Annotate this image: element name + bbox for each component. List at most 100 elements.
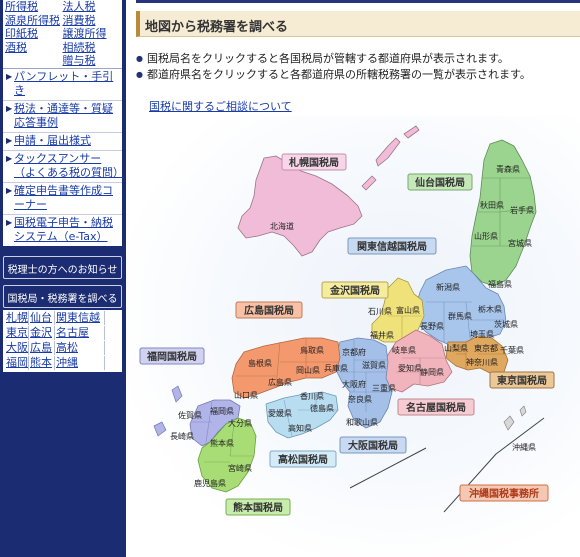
pref-kagoshima[interactable]: 鹿児島県	[194, 478, 226, 488]
pref-kumamoto[interactable]: 熊本県	[210, 438, 234, 448]
link-inheritance-tax[interactable]: 相続税	[63, 41, 121, 55]
sidebar-link-label[interactable]: 申請・届出様式	[14, 134, 91, 148]
sidebar-item-pamphlet[interactable]: ▶ パンフレット・手引き	[3, 69, 122, 100]
triangle-right-icon: ▶	[6, 135, 13, 145]
bureau-link-osaka[interactable]: 大阪	[5, 340, 29, 355]
pref-tochigi[interactable]: 栃木県	[478, 304, 502, 314]
pref-tottori[interactable]: 鳥取県	[300, 345, 324, 355]
pref-osaka[interactable]: 大阪府	[342, 379, 366, 389]
pref-oita[interactable]: 大分県	[228, 418, 252, 428]
instruction-list: ● 国税局名をクリックすると各国税局が管轄する都道府県が表示されます。 ● 都道府県…	[136, 51, 580, 83]
pref-saga[interactable]: 佐賀県	[178, 410, 202, 420]
tax-type-grid: 所得税 法人税 源泉所得税 消費税 印紙税 譲渡所得 酒税 相続税 贈与税	[3, 0, 122, 68]
bureau-search-button[interactable]: 国税局・税務署を調べる	[3, 284, 122, 308]
bureau-link-tokyo[interactable]: 東京	[5, 325, 29, 340]
pref-ibaraki[interactable]: 茨城県	[494, 319, 518, 329]
pref-kanagawa[interactable]: 神奈川県	[466, 357, 498, 367]
pref-saitama[interactable]: 埼玉県	[470, 329, 494, 339]
pref-aichi[interactable]: 愛知県	[398, 363, 422, 373]
pref-gunma[interactable]: 群馬県	[448, 311, 472, 321]
pref-miyagi[interactable]: 宮城県	[508, 238, 532, 248]
pref-tokyo[interactable]: 東京都	[474, 343, 498, 353]
bureau-label-takamatsu-text: 高松国税局	[278, 453, 328, 466]
pref-gifu[interactable]: 岐阜県	[392, 345, 416, 355]
link-transfer-income[interactable]: 譲渡所得	[63, 27, 121, 41]
tsushima-island	[171, 385, 183, 403]
link-corporate-tax[interactable]: 法人税	[63, 0, 121, 14]
pref-shimane[interactable]: 島根県	[248, 358, 272, 368]
triangle-right-icon: ▶	[6, 153, 13, 163]
bureau-link-kumamoto[interactable]: 熊本	[29, 355, 55, 370]
pref-ehime[interactable]: 愛媛県	[268, 408, 292, 418]
sidebar-link-label[interactable]: 税法・通達等・質疑応答事例	[14, 102, 120, 130]
link-consumption-tax[interactable]: 消費税	[63, 14, 121, 28]
sidebar-link-label[interactable]: 国税電子申告・納税システム（e-Tax）	[14, 216, 120, 244]
region-hokkaido[interactable]	[237, 155, 363, 257]
pref-nagano[interactable]: 長野県	[420, 322, 444, 331]
instruction-item: ● 都道府県名をクリックすると各都道府県の所轄税務署の一覧が表示されます。	[136, 67, 580, 83]
sidebar-item-forms[interactable]: ▶ 申請・届出様式	[3, 131, 122, 150]
link-withholding-tax[interactable]: 源泉所得税	[5, 14, 63, 28]
pref-ishikawa[interactable]: 石川県	[368, 307, 392, 316]
pref-shizuoka[interactable]: 静岡県	[420, 367, 444, 377]
link-gift-tax[interactable]: 贈与税	[63, 54, 121, 68]
bureau-link-okinawa[interactable]: 沖縄	[55, 355, 105, 370]
zeirishi-notice-button[interactable]: 税理士の方へのお知らせ	[3, 255, 122, 279]
bureau-label-fukuoka-text: 福岡国税局	[146, 350, 197, 363]
pref-hyogo[interactable]: 兵庫県	[324, 363, 348, 373]
link-stamp-tax[interactable]: 印紙税	[5, 27, 63, 41]
region-tokyo[interactable]	[445, 335, 509, 375]
bureau-link-fukuoka[interactable]: 福岡	[5, 355, 29, 370]
pref-hiroshima[interactable]: 広島県	[268, 377, 292, 387]
pref-fukuoka[interactable]: 福岡県	[210, 407, 234, 416]
sidebar-menu: ▶ パンフレット・手引き ▶ 税法・通達等・質疑応答事例 ▶ 申請・届出様式 ▶ タック…	[3, 67, 124, 246]
sidebar-link-label[interactable]: 確定申告書等作成コーナー	[14, 184, 120, 212]
bureau-label-okinawa-text: 沖縄国税事務所	[469, 487, 539, 500]
pref-tokushima[interactable]: 徳島県	[310, 403, 334, 413]
sidebar-link-label[interactable]: タックスアンサー（よくある税の質問）	[14, 152, 124, 180]
pref-fukui[interactable]: 福井県	[370, 330, 394, 340]
pref-wakayama[interactable]: 和歌山県	[346, 417, 378, 427]
pref-iwate[interactable]: 岩手県	[510, 205, 534, 215]
sidebar-item-tax-answer[interactable]: ▶ タックスアンサー（よくある税の質問）	[3, 149, 124, 182]
japan-tax-bureau-map: 札幌国税局 仙台国税局 関東信越国税局 金沢国税局 広島国税局 福岡国税局 東京…	[139, 125, 555, 516]
sidebar-item-etax[interactable]: ▶ 国税電子申告・納税システム（e-Tax）	[3, 213, 122, 246]
pref-chiba[interactable]: 千葉県	[500, 345, 524, 355]
bureau-link-kanazawa[interactable]: 金沢	[29, 325, 55, 340]
bureau-link-kanto[interactable]: 関東信越	[55, 310, 105, 325]
link-income-tax[interactable]: 所得税	[5, 0, 63, 14]
sidebar-link-label[interactable]: パンフレット・手引き	[14, 70, 120, 98]
region-okinawa[interactable]	[503, 415, 515, 431]
sidebar-item-laws[interactable]: ▶ 税法・通達等・質疑応答事例	[3, 99, 122, 132]
pref-akita[interactable]: 秋田県	[480, 200, 504, 210]
pref-toyama[interactable]: 富山県	[396, 305, 420, 315]
pref-kyoto[interactable]: 京都府	[342, 347, 366, 357]
consultation-link[interactable]: 国税に関するご相談について	[149, 98, 292, 114]
pref-yamaguchi[interactable]: 山口県	[234, 390, 258, 400]
bureau-link-hiroshima[interactable]: 広島	[29, 340, 55, 355]
pref-kagawa[interactable]: 香川県	[300, 391, 324, 401]
page-title: 地図から税務署を調べる	[136, 11, 580, 37]
bureau-link-sapporo[interactable]: 札幌	[5, 310, 29, 325]
pref-mie[interactable]: 三重県	[372, 383, 396, 393]
pref-okayama[interactable]: 岡山県	[296, 365, 320, 375]
pref-niigata[interactable]: 新潟県	[436, 282, 460, 292]
pref-shiga[interactable]: 滋賀県	[362, 360, 386, 370]
pref-miyazaki[interactable]: 宮崎県	[228, 463, 252, 473]
pref-yamagata[interactable]: 山形県	[474, 231, 498, 241]
pref-nara[interactable]: 奈良県	[348, 394, 372, 404]
bureau-label-sendai-text: 仙台国税局	[415, 176, 465, 189]
pref-nagasaki[interactable]: 長崎県	[170, 431, 194, 441]
pref-hokkaido[interactable]: 北海道	[270, 221, 294, 231]
pref-aomori[interactable]: 青森県	[496, 164, 520, 174]
sidebar-item-filing-corner[interactable]: ▶ 確定申告書等作成コーナー	[3, 181, 122, 214]
pref-fukushima[interactable]: 福島県	[488, 279, 512, 289]
bureau-link-takamatsu[interactable]: 高松	[55, 340, 105, 355]
bureau-link-nagoya[interactable]: 名古屋	[55, 325, 105, 340]
triangle-right-icon: ▶	[6, 185, 13, 195]
pref-yamanashi[interactable]: 山梨県	[444, 343, 468, 353]
bureau-link-sendai[interactable]: 仙台	[29, 310, 55, 325]
pref-kochi[interactable]: 高知県	[288, 423, 312, 433]
link-liquor-tax[interactable]: 酒税	[5, 41, 63, 55]
pref-okinawa[interactable]: 沖縄県	[512, 442, 536, 452]
